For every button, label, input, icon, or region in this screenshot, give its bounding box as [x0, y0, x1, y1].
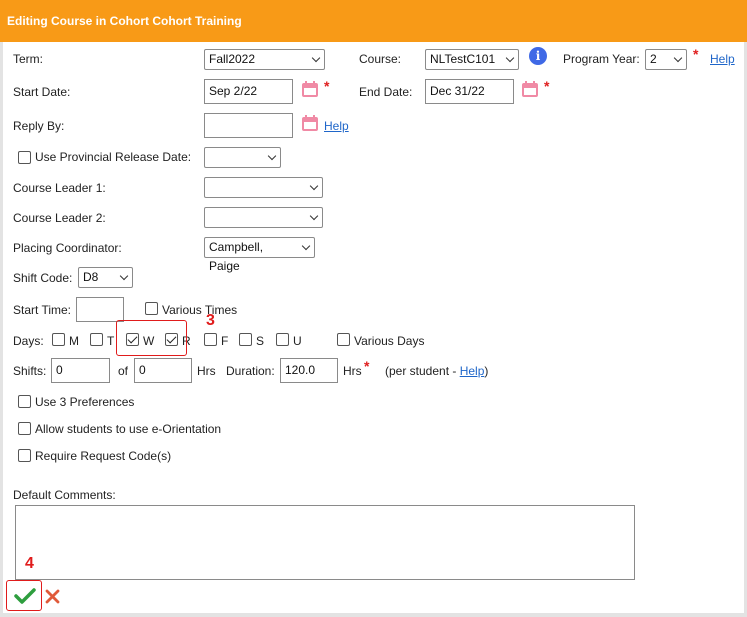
various-days-checkbox[interactable]: [337, 333, 350, 346]
dialog-title: Editing Course in Cohort Cohort Training: [0, 0, 747, 42]
day-u-label: U: [293, 334, 302, 348]
shift-code-label: Shift Code:: [13, 271, 73, 285]
default-comments-label: Default Comments:: [13, 488, 116, 502]
chevron-down-icon: [119, 271, 129, 281]
day-s-checkbox[interactable]: [239, 333, 252, 346]
required-marker: *: [693, 46, 699, 62]
reply-by-label: Reply By:: [13, 119, 65, 133]
term-label: Term:: [13, 52, 43, 66]
per-student-suffix: ): [484, 364, 489, 378]
allow-e-orientation-checkbox[interactable]: [18, 422, 31, 435]
required-marker: *: [544, 78, 550, 94]
close-icon[interactable]: [45, 589, 60, 604]
info-icon[interactable]: i: [529, 47, 547, 65]
allow-e-orientation-label: Allow students to use e-Orientation: [35, 422, 222, 436]
required-marker: *: [324, 78, 330, 94]
course-select[interactable]: NLTestC101: [425, 49, 519, 70]
use-3-preferences-checkbox[interactable]: [18, 395, 31, 408]
chevron-down-icon: [673, 53, 683, 63]
chevron-down-icon: [505, 53, 515, 63]
required-marker: *: [364, 358, 370, 374]
per-student-help-link[interactable]: Help: [460, 364, 485, 378]
default-comments-textarea[interactable]: [15, 505, 635, 580]
form-panel: Term: Fall2022 Course: NLTestC101 i Prog…: [3, 42, 744, 613]
per-student-prefix: (per student -: [385, 364, 460, 378]
various-times-checkbox[interactable]: [145, 302, 158, 315]
program-year-value: 2: [650, 52, 657, 66]
various-times-label: Various Times: [162, 303, 238, 317]
end-date-input[interactable]: Dec 31/22: [425, 79, 514, 104]
placing-coordinator-select[interactable]: Campbell, Paige: [204, 237, 315, 273]
use-3-preferences-label: Use 3 Preferences: [35, 395, 135, 409]
course-leader-1-label: Course Leader 1:: [13, 181, 106, 195]
course-label: Course:: [359, 52, 402, 66]
chevron-down-icon: [311, 53, 321, 63]
shifts-hrs-label: Hrs: [197, 364, 216, 378]
require-request-code-checkbox[interactable]: [18, 449, 31, 462]
day-m-checkbox[interactable]: [52, 333, 65, 346]
shifts-input[interactable]: 0: [51, 358, 110, 383]
provincial-release-label: Use Provincial Release Date:: [35, 150, 192, 164]
chevron-down-icon: [309, 181, 319, 191]
chevron-down-icon: [267, 151, 277, 161]
shifts-of-input[interactable]: 0: [134, 358, 192, 383]
program-year-label: Program Year:: [563, 52, 640, 66]
annotation-number-4: 4: [25, 555, 34, 572]
chevron-down-icon: [309, 211, 319, 221]
duration-label: Duration:: [226, 364, 275, 378]
shifts-label: Shifts:: [13, 364, 47, 378]
checkmark-icon[interactable]: [14, 587, 36, 605]
calendar-icon[interactable]: [301, 114, 319, 132]
shift-code-select[interactable]: D8: [78, 267, 133, 288]
various-days-label: Various Days: [354, 334, 425, 348]
placing-coordinator-value: Campbell, Paige: [209, 240, 264, 273]
day-s-label: S: [256, 334, 265, 348]
program-year-help-link[interactable]: Help: [710, 52, 735, 66]
days-label: Days:: [13, 334, 44, 348]
annotation-number-3: 3: [206, 312, 215, 329]
reply-by-input[interactable]: [204, 113, 293, 138]
course-value: NLTestC101: [430, 52, 496, 66]
per-student-note: (per student - Help): [385, 364, 488, 378]
course-leader-2-select[interactable]: [204, 207, 323, 228]
end-date-label: End Date:: [359, 85, 413, 99]
annotation-box-days: [116, 320, 187, 356]
calendar-icon[interactable]: [521, 80, 539, 98]
day-f-checkbox[interactable]: [204, 333, 217, 346]
start-time-label: Start Time:: [13, 303, 72, 317]
require-request-code-label: Require Request Code(s): [35, 449, 172, 463]
chevron-down-icon: [301, 241, 311, 251]
shifts-of-label: of: [118, 364, 129, 378]
shift-code-value: D8: [83, 270, 99, 284]
day-f-label: F: [221, 334, 229, 348]
provincial-release-select[interactable]: [204, 147, 281, 168]
placing-coordinator-label: Placing Coordinator:: [13, 241, 122, 255]
duration-input[interactable]: 120.0: [280, 358, 338, 383]
course-leader-2-label: Course Leader 2:: [13, 211, 106, 225]
provincial-release-checkbox[interactable]: [18, 151, 31, 164]
start-date-input[interactable]: Sep 2/22: [204, 79, 293, 104]
start-date-label: Start Date:: [13, 85, 71, 99]
day-t-checkbox[interactable]: [90, 333, 103, 346]
program-year-select[interactable]: 2: [645, 49, 687, 70]
day-t-label: T: [107, 334, 115, 348]
reply-by-help-link[interactable]: Help: [324, 119, 349, 133]
day-u-checkbox[interactable]: [276, 333, 289, 346]
calendar-icon[interactable]: [301, 80, 319, 98]
dialog-frame: Editing Course in Cohort Cohort Training…: [0, 0, 747, 617]
term-select[interactable]: Fall2022: [204, 49, 325, 70]
start-time-input[interactable]: [76, 297, 124, 322]
course-leader-1-select[interactable]: [204, 177, 323, 198]
duration-hrs-label: Hrs: [343, 364, 362, 378]
day-m-label: M: [69, 334, 79, 348]
term-value: Fall2022: [209, 52, 256, 66]
